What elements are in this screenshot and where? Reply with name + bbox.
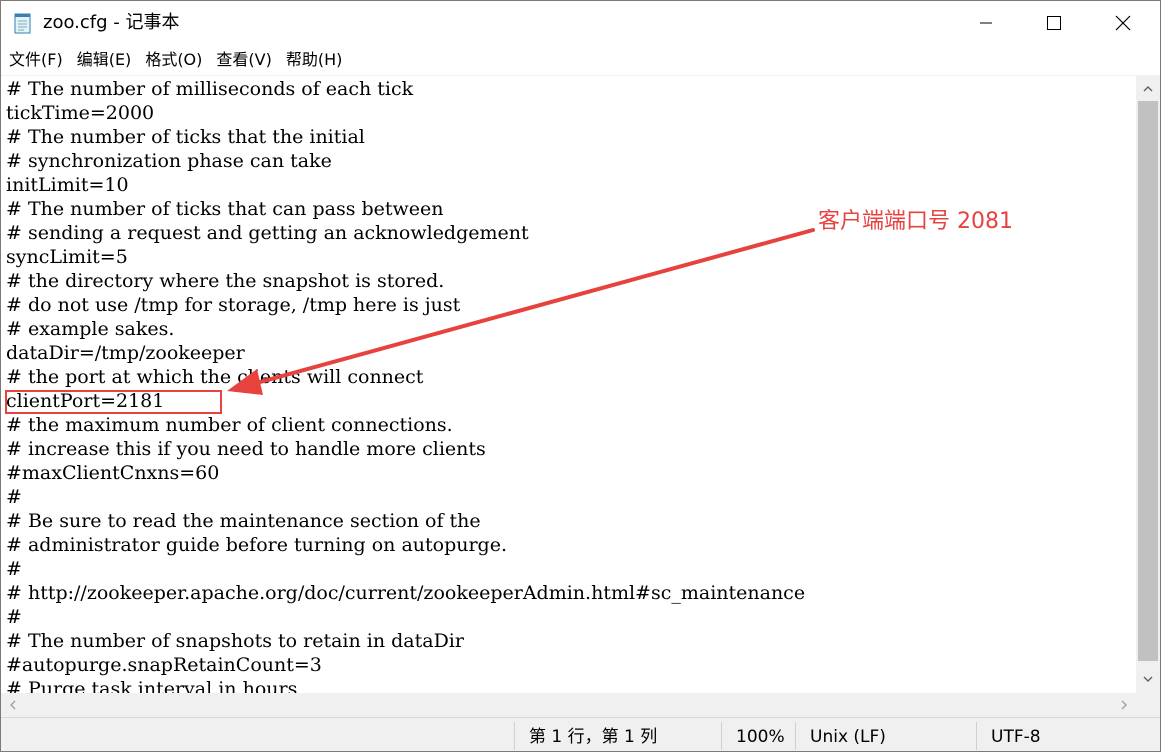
title-bar[interactable]: zoo.cfg - 记事本 [1,1,1160,45]
notepad-icon [13,11,33,35]
vertical-scroll-thumb[interactable] [1138,101,1158,661]
menu-format[interactable]: 格式(O) [138,45,209,75]
editor-line: # increase this if you need to handle mo… [6,438,486,460]
maximize-button[interactable] [1031,1,1077,45]
status-encoding: UTF-8 [991,727,1041,747]
scroll-right-button[interactable] [1112,693,1136,717]
status-line-ending: Unix (LF) [810,727,886,747]
editor-line: # http://zookeeper.apache.org/doc/curren… [6,582,806,604]
status-bar: 第 1 行，第 1 列 100% Unix (LF) UTF-8 [1,717,1160,751]
menu-edit[interactable]: 编辑(E) [70,45,139,75]
menu-bar: 文件(F) 编辑(E) 格式(O) 查看(V) 帮助(H) [1,45,1160,75]
editor-line: # The number of ticks that can pass betw… [6,198,444,220]
editor-line: dataDir=/tmp/zookeeper [6,342,245,364]
annotation-label: 客户端端口号 2081 [818,209,1013,234]
editor-line: # The number of ticks that the initial [6,126,365,148]
editor-line: # sending a request and getting an ackno… [6,222,529,244]
menu-view[interactable]: 查看(V) [209,45,278,75]
editor-line: # [6,558,22,580]
scroll-down-button[interactable] [1136,667,1160,691]
editor-line: # do not use /tmp for storage, /tmp here… [6,294,461,316]
editor-line: # Purge task interval in hours [6,678,298,694]
status-zoom: 100% [736,727,785,747]
editor-line: # example sakes. [6,318,175,340]
minimize-icon [980,22,992,24]
text-editor[interactable]: # The number of milliseconds of each tic… [1,75,1136,694]
close-button[interactable] [1100,1,1146,45]
editor-line: # administrator guide before turning on … [6,534,508,556]
chevron-right-icon [1121,700,1127,710]
editor-line: # synchronization phase can take [6,150,332,172]
editor-line: tickTime=2000 [6,102,155,124]
editor-line: # The number of snapshots to retain in d… [6,630,464,652]
editor-line: # the port at which the clients will con… [6,366,424,388]
editor-line: # the directory where the snapshot is st… [6,270,445,292]
editor-line: # the maximum number of client connectio… [6,414,453,436]
chevron-down-icon [1143,676,1153,682]
editor-line: # [6,486,22,508]
scrollbar-corner [1136,693,1160,717]
annotation-highlight-box [5,390,222,414]
scroll-left-button[interactable] [1,693,25,717]
editor-line: # Be sure to read the maintenance sectio… [6,510,481,532]
editor-line: # The number of milliseconds of each tic… [6,78,414,100]
editor-line: #autopurge.snapRetainCount=3 [6,654,322,676]
scroll-up-button[interactable] [1136,77,1160,101]
chevron-up-icon [1143,86,1153,92]
minimize-button[interactable] [963,1,1009,45]
vertical-scrollbar[interactable] [1136,75,1160,693]
editor-line: initLimit=10 [6,174,129,196]
editor-line: #maxClientCnxns=60 [6,462,220,484]
chevron-left-icon [10,700,16,710]
horizontal-scrollbar[interactable] [1,693,1136,717]
maximize-icon [1047,16,1061,30]
status-cursor-position: 第 1 行，第 1 列 [529,727,658,747]
menu-file[interactable]: 文件(F) [1,45,70,75]
menu-help[interactable]: 帮助(H) [279,45,350,75]
window-title: zoo.cfg - 记事本 [43,12,180,33]
close-icon [1115,15,1131,31]
notepad-window: zoo.cfg - 记事本 文件(F) 编辑(E) 格式(O) 查看(V) 帮助… [0,0,1161,752]
editor-line: # [6,606,22,628]
editor-line: syncLimit=5 [6,246,128,268]
